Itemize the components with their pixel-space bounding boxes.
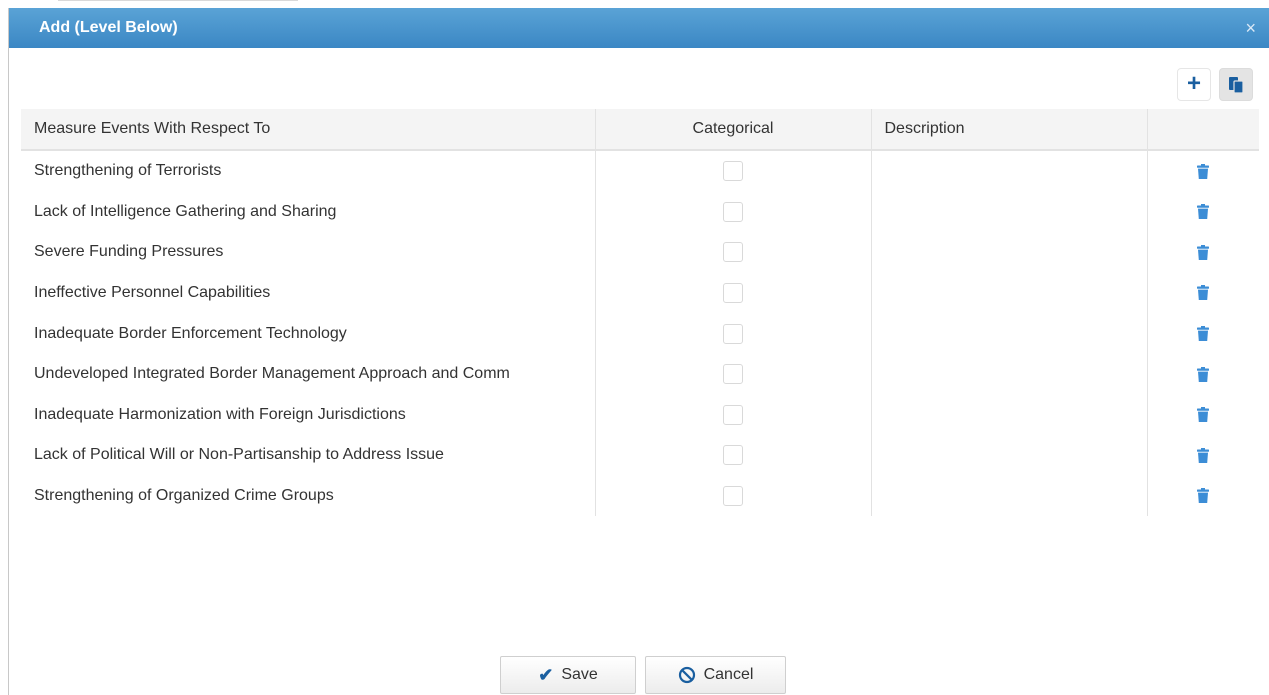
paste-icon [1229, 76, 1244, 94]
events-table: Measure Events With Respect To Categoric… [21, 109, 1259, 517]
trash-icon[interactable] [1197, 407, 1210, 423]
table-row[interactable]: Severe Funding Pressures [21, 232, 1259, 273]
description-cell[interactable] [870, 191, 1147, 233]
cancel-label: Cancel [703, 666, 754, 683]
dialog-title-bar: Add (Level Below) × [9, 8, 1269, 48]
description-cell[interactable] [870, 272, 1147, 314]
categorical-cell [594, 272, 871, 314]
column-header-actions [1146, 109, 1259, 151]
background-tab [58, 0, 298, 7]
event-name-cell[interactable]: Inadequate Harmonization with Foreign Ju… [21, 395, 595, 436]
categorical-cell [594, 191, 871, 233]
save-label: Save [561, 666, 598, 683]
actions-cell [1146, 353, 1259, 395]
table-row[interactable]: Inadequate Harmonization with Foreign Ju… [21, 394, 1259, 436]
paste-button[interactable] [1219, 68, 1253, 101]
table-row[interactable]: Strengthening of Terrorists [21, 150, 1259, 192]
categorical-checkbox[interactable] [723, 486, 743, 507]
actions-cell [1146, 150, 1259, 192]
trash-icon[interactable] [1197, 285, 1210, 301]
plus-icon: + [1186, 69, 1201, 97]
table-row[interactable]: Lack of Political Will or Non-Partisansh… [21, 435, 1259, 476]
trash-icon[interactable] [1197, 244, 1210, 260]
event-name-cell[interactable]: Severe Funding Pressures [21, 232, 595, 273]
table-header-row: Measure Events With Respect To Categoric… [21, 109, 1259, 151]
save-button[interactable]: ✔ Save [500, 656, 636, 694]
column-header-measure-events[interactable]: Measure Events With Respect To [21, 109, 595, 151]
event-name-cell[interactable]: Undeveloped Integrated Border Management… [21, 354, 595, 395]
table-row[interactable]: Lack of Intelligence Gathering and Shari… [21, 191, 1259, 233]
cancel-icon [678, 666, 695, 684]
categorical-checkbox[interactable] [723, 161, 743, 182]
description-cell[interactable] [870, 313, 1147, 354]
column-header-description[interactable]: Description [870, 109, 1147, 151]
event-name-cell[interactable]: Lack of Political Will or Non-Partisansh… [21, 435, 595, 476]
table-row[interactable]: Undeveloped Integrated Border Management… [21, 353, 1259, 395]
description-cell[interactable] [870, 232, 1147, 273]
categorical-cell [594, 435, 871, 476]
categorical-checkbox[interactable] [723, 404, 743, 425]
actions-cell [1146, 191, 1259, 233]
trash-icon[interactable] [1197, 447, 1210, 463]
categorical-checkbox[interactable] [723, 364, 743, 385]
categorical-checkbox[interactable] [723, 201, 743, 222]
categorical-checkbox[interactable] [723, 242, 743, 263]
actions-cell [1146, 313, 1259, 354]
categorical-cell [594, 353, 871, 395]
event-name-cell[interactable]: Strengthening of Organized Crime Groups [21, 476, 595, 517]
categorical-cell [594, 313, 871, 354]
trash-icon[interactable] [1197, 366, 1210, 382]
description-cell[interactable] [870, 475, 1147, 517]
description-cell[interactable] [870, 353, 1147, 395]
background-window-strip [0, 0, 1269, 8]
trash-icon[interactable] [1197, 325, 1210, 341]
categorical-checkbox[interactable] [723, 323, 743, 344]
event-name-cell[interactable]: Lack of Intelligence Gathering and Shari… [21, 192, 595, 233]
description-cell[interactable] [870, 435, 1147, 476]
categorical-cell [594, 232, 871, 273]
trash-icon[interactable] [1197, 488, 1210, 504]
actions-cell [1146, 272, 1259, 314]
check-icon: ✔ [538, 664, 554, 685]
actions-cell [1146, 232, 1259, 273]
actions-cell [1146, 394, 1259, 436]
dialog-title: Add (Level Below) [39, 19, 178, 36]
trash-icon[interactable] [1197, 163, 1210, 179]
table-row[interactable]: Ineffective Personnel Capabilities [21, 272, 1259, 314]
add-level-below-dialog: Add (Level Below) × + Measure Events Wit… [8, 8, 1269, 695]
cancel-button[interactable]: Cancel [645, 656, 786, 694]
add-row-button[interactable]: + [1177, 68, 1211, 101]
actions-cell [1146, 475, 1259, 517]
column-header-categorical[interactable]: Categorical [594, 109, 871, 151]
table-row[interactable]: Strengthening of Organized Crime Groups [21, 475, 1259, 517]
categorical-checkbox[interactable] [723, 283, 743, 304]
close-icon[interactable]: × [1245, 8, 1256, 48]
trash-icon[interactable] [1197, 204, 1210, 220]
categorical-cell [594, 394, 871, 436]
categorical-cell [594, 150, 871, 192]
table-row[interactable]: Inadequate Border Enforcement Technology [21, 313, 1259, 354]
event-name-cell[interactable]: Ineffective Personnel Capabilities [21, 273, 595, 314]
description-cell[interactable] [870, 394, 1147, 436]
actions-cell [1146, 435, 1259, 476]
event-name-cell[interactable]: Strengthening of Terrorists [21, 150, 595, 192]
categorical-checkbox[interactable] [723, 445, 743, 466]
categorical-cell [594, 475, 871, 517]
description-cell[interactable] [870, 150, 1147, 192]
event-name-cell[interactable]: Inadequate Border Enforcement Technology [21, 313, 595, 354]
